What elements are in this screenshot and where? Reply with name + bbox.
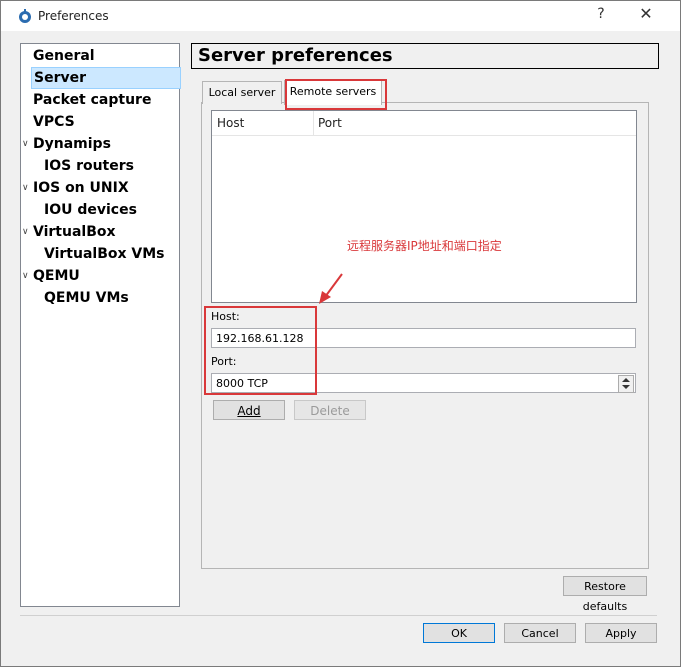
chevron-down-icon[interactable]: ∨ (22, 139, 32, 149)
help-button[interactable]: ? (591, 4, 611, 24)
add-button-label: Add (237, 404, 261, 418)
title-bar: Preferences ? ✕ (1, 1, 680, 31)
page-title: Server preferences (198, 45, 393, 66)
preferences-dialog: Preferences ? ✕ General Server Packet ca… (0, 0, 681, 667)
annotation-arrow-icon (319, 273, 343, 304)
nav-item-qemu[interactable]: QEMU (33, 266, 80, 286)
window-title: Preferences (38, 9, 109, 23)
chevron-down-icon[interactable]: ∨ (22, 183, 32, 193)
column-header-port[interactable]: Port (318, 111, 636, 136)
column-header-host[interactable]: Host (217, 111, 313, 136)
preferences-nav-tree: General Server Packet capture VPCS ∨ Dyn… (20, 43, 181, 607)
nav-item-ios-on-unix[interactable]: IOS on UNIX (33, 178, 129, 198)
annotation-box-host-port (204, 306, 317, 395)
spin-arrows-icon[interactable] (618, 375, 634, 393)
nav-item-dynamips[interactable]: Dynamips (33, 134, 111, 154)
gns3-app-icon (19, 9, 31, 23)
nav-item-packet-capture[interactable]: Packet capture (33, 90, 151, 110)
nav-item-server[interactable]: Server (31, 67, 181, 89)
header-divider (212, 135, 636, 136)
page-title-box: Server preferences (191, 43, 659, 69)
footer-divider (20, 615, 657, 616)
add-button[interactable]: Add (213, 400, 285, 420)
remote-servers-table[interactable]: Host Port (211, 110, 637, 303)
nav-item-general[interactable]: General (33, 46, 95, 66)
ok-button[interactable]: OK (423, 623, 495, 643)
annotation-box-remote-tab (285, 79, 387, 110)
apply-button[interactable]: Apply (585, 623, 657, 643)
column-separator (313, 111, 314, 135)
close-button[interactable]: ✕ (634, 4, 658, 24)
tab-local-server[interactable]: Local server (202, 81, 282, 104)
nav-item-vpcs[interactable]: VPCS (33, 112, 75, 132)
chevron-down-icon[interactable]: ∨ (22, 227, 32, 237)
nav-item-iou-devices[interactable]: IOU devices (44, 200, 137, 220)
nav-item-qemu-vms[interactable]: QEMU VMs (44, 288, 129, 308)
nav-item-ios-routers[interactable]: IOS routers (44, 156, 134, 176)
restore-defaults-button[interactable]: Restore defaults (563, 576, 647, 613)
chevron-down-icon[interactable]: ∨ (22, 271, 32, 281)
delete-button[interactable]: Delete (294, 400, 366, 420)
delete-button-label: Delete (310, 404, 350, 418)
nav-item-virtualbox-vms[interactable]: VirtualBox VMs (44, 244, 165, 264)
cancel-button[interactable]: Cancel (504, 623, 576, 643)
annotation-text: 远程服务器IP地址和端口指定 (347, 239, 502, 253)
nav-item-virtualbox[interactable]: VirtualBox (33, 222, 116, 242)
